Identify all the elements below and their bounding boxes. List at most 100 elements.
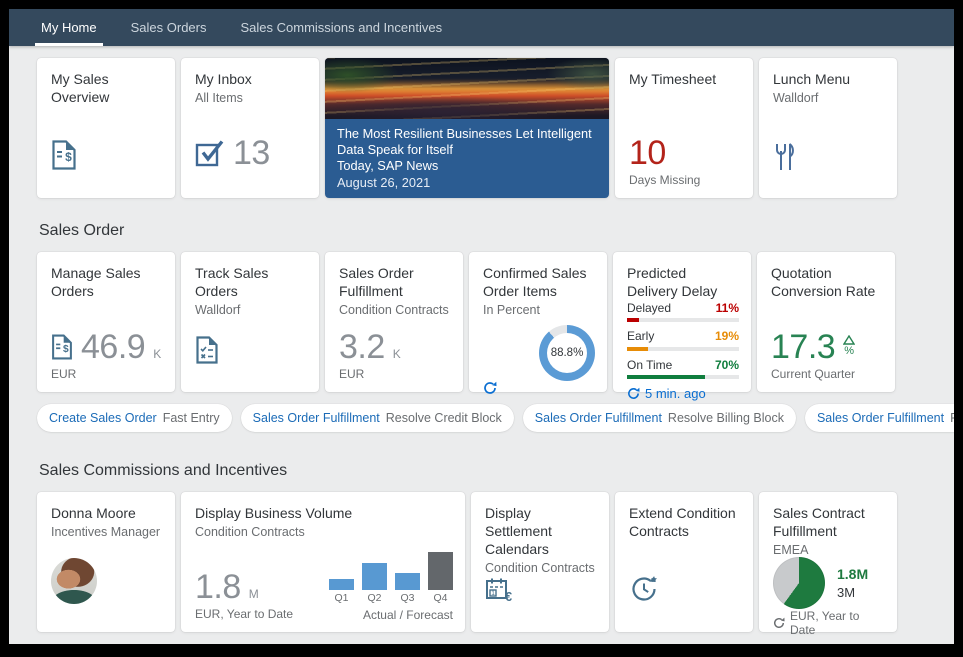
tile-extend-condition-contracts[interactable]: Extend Condition Contracts [615,492,753,632]
bar-q4-forecast [428,552,453,590]
link-resolve-credit-block[interactable]: Sales Order Fulfillment Resolve Credit B… [241,404,514,432]
refresh-row [483,381,595,395]
tile-title: Track Sales Orders [195,265,307,301]
inbox-count: 13 [233,136,270,170]
home-tile-row: My Sales Overview $ My Inbox All Items 1… [37,58,954,198]
tile-sales-contract-fulfillment[interactable]: Sales Contract Fulfillment EMEA 1.8M 3M … [759,492,897,632]
confirmed-donut-value: 88.8% [539,325,595,381]
bar-q1 [329,579,354,590]
link-resolve-delivery-block[interactable]: Sales Order Fulfillment Resolve Delivery… [805,404,954,432]
trend-up-indicator: % [843,335,855,357]
bar-label: Q3 [395,592,420,604]
tile-confirmed-sales-order-items[interactable]: Confirmed Sales Order Items In Percent 8… [469,252,607,392]
news-body: The Most Resilient Businesses Let Intell… [325,119,609,198]
business-volume-value: 1.8 [195,570,241,604]
bar-label: Q4 [428,592,453,604]
tile-title: My Timesheet [629,71,741,89]
tile-display-settlement-calendars[interactable]: Display Settlement Calendars Condition C… [471,492,609,632]
tab-my-home[interactable]: My Home [39,9,99,46]
tile-title: Display Business Volume [195,505,453,523]
tile-sales-order-fulfillment[interactable]: Sales Order Fulfillment Condition Contra… [325,252,463,392]
bar-label: Q2 [362,592,387,604]
link-create-sales-order-fast-entry[interactable]: Create Sales Order Fast Entry [37,404,232,432]
tile-news[interactable]: The Most Resilient Businesses Let Intell… [325,58,609,198]
tile-my-sales-overview[interactable]: My Sales Overview $ [37,58,175,198]
tile-my-inbox[interactable]: My Inbox All Items 13 [181,58,319,198]
confirmed-donut-chart: 88.8% [539,325,595,381]
bar-q2 [362,563,387,590]
last-updated-text: 5 min. ago [645,386,706,401]
tile-title: Extend Condition Contracts [629,505,741,541]
quarterly-bar-chart: Q1 Q2 Q3 Q4 Actual / Forecast [329,550,453,622]
tile-track-sales-orders[interactable]: Track Sales Orders Walldorf [181,252,319,392]
link-detail: Resolve Credit Block [386,411,502,425]
quick-links-row: Create Sales Order Fast Entry Sales Orde… [37,404,954,432]
tile-manage-sales-orders[interactable]: Manage Sales Orders $ 46.9 K EUR [37,252,175,392]
delay-label: Delayed [627,301,671,315]
tab-sales-commissions[interactable]: Sales Commissions and Incentives [239,9,445,46]
bar-label: Q1 [329,592,354,604]
tile-title: Sales Order Fulfillment [339,265,451,301]
tile-subtitle: All Items [195,91,307,105]
delay-row-early: Early19% [627,329,739,350]
sales-document-icon: $ [51,334,73,360]
tile-footer [485,607,597,622]
commissions-tile-row: Donna Moore Incentives Manager Display B… [37,492,954,632]
sales-order-tile-row: Manage Sales Orders $ 46.9 K EUR Track S… [37,252,954,392]
tile-my-timesheet[interactable]: My Timesheet 10 Days Missing [615,58,753,198]
tile-predicted-delivery-delay[interactable]: Predicted Delivery Delay Delayed11% Earl… [613,252,751,392]
link-resolve-billing-block[interactable]: Sales Order Fulfillment Resolve Billing … [523,404,796,432]
tile-subtitle: Walldorf [773,91,885,105]
tile-footer [629,607,741,622]
link-action: Sales Order Fulfillment [253,411,380,425]
delay-value: 11% [716,301,739,315]
timesheet-days-missing-value: 10 [629,136,666,170]
person-role: Incentives Manager [51,525,163,539]
svg-text:$: $ [65,150,72,164]
delivery-delay-chart: Delayed 11% Early19% On Time70% [627,301,739,386]
tile-quotation-conversion-rate[interactable]: Quotation Conversion Rate 17.3 % Current… [757,252,895,392]
tile-footer [51,173,163,188]
tile-title: My Sales Overview [51,71,163,107]
fulfillment-value: 3.2 [339,330,385,364]
svg-text:€: € [505,589,512,604]
delay-label: On Time [627,358,672,372]
tile-title: Sales Contract Fulfillment [773,505,885,541]
svg-text:$: $ [63,344,69,355]
launchpad-content: My Sales Overview $ My Inbox All Items 1… [9,46,954,632]
contract-actual-value: 1.8M [837,566,868,582]
tile-donna-moore[interactable]: Donna Moore Incentives Manager [37,492,175,632]
tile-display-business-volume[interactable]: Display Business Volume Condition Contra… [181,492,465,632]
tile-title: Quotation Conversion Rate [771,265,883,301]
svg-text:1: 1 [491,590,495,597]
link-action: Sales Order Fulfillment [817,411,944,425]
percent-unit: % [844,346,854,357]
link-action: Create Sales Order [49,411,157,425]
tab-sales-orders[interactable]: Sales Orders [129,9,209,46]
last-updated-row: 5 min. ago [627,386,739,401]
sales-document-icon: $ [51,140,77,170]
contract-target-value: 3M [837,585,868,600]
bar-labels: Q1 Q2 Q3 Q4 [329,592,453,604]
delay-row-delayed: Delayed 11% [627,301,739,322]
timesheet-days-missing-label: Days Missing [629,173,741,188]
refresh-icon[interactable] [483,381,497,395]
bar-group [329,550,453,590]
tile-footer [773,173,885,188]
refresh-icon[interactable] [773,617,785,629]
delay-bar [627,318,639,322]
refresh-icon[interactable] [627,387,640,400]
tile-lunch-menu[interactable]: Lunch Menu Walldorf [759,58,897,198]
manage-orders-value: 46.9 [81,330,145,364]
news-source: Today, SAP News [337,158,597,175]
tile-subtitle: In Percent [483,303,595,317]
delay-row-on-time: On Time70% [627,358,739,379]
news-photo [325,58,609,119]
tile-subtitle: Condition Contracts [485,561,597,575]
period-label: Current Quarter [771,367,883,382]
tile-title: Confirmed Sales Order Items [483,265,595,301]
person-name: Donna Moore [51,505,163,523]
delay-bar [627,375,705,379]
value-scale: K [153,347,161,361]
delay-bar [627,347,648,351]
